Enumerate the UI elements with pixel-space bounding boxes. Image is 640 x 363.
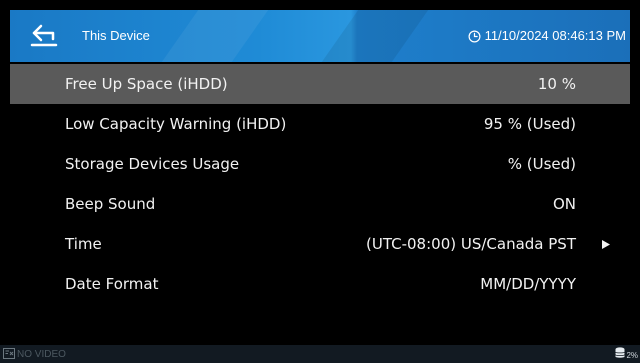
device-settings-screen: This Device 11/10/2024 08:46:13 PM Free … — [0, 0, 640, 363]
setting-label: Time — [65, 235, 102, 253]
setting-label: Beep Sound — [65, 195, 156, 213]
chevron-right-icon[interactable] — [602, 240, 610, 249]
header-bar: This Device 11/10/2024 08:46:13 PM — [10, 10, 630, 62]
header-decoration — [161, 10, 269, 62]
clock-icon — [468, 30, 481, 42]
settings-row-beep-sound[interactable]: Beep Sound ON — [10, 184, 630, 224]
setting-value: % (Used) — [507, 155, 576, 173]
status-bar: NO VIDEO 2% — [0, 345, 640, 363]
settings-row-free-up-space[interactable]: Free Up Space (iHDD) 10 % — [10, 64, 630, 104]
setting-value: (UTC-08:00) US/Canada PST — [366, 235, 576, 253]
setting-value: MM/DD/YYYY — [480, 275, 576, 293]
header-decoration — [321, 10, 429, 62]
back-arrow-icon[interactable] — [28, 19, 60, 51]
setting-label: Storage Devices Usage — [65, 155, 240, 173]
settings-row-low-capacity-warning[interactable]: Low Capacity Warning (iHDD) 95 % (Used) — [10, 104, 630, 144]
setting-label: Low Capacity Warning (iHDD) — [65, 115, 287, 133]
datetime-display: 11/10/2024 08:46:13 PM — [468, 27, 626, 45]
page-title: This Device — [82, 28, 150, 43]
no-video-label: NO VIDEO — [17, 349, 66, 360]
settings-list: Free Up Space (iHDD) 10 % Low Capacity W… — [10, 64, 630, 344]
storage-icon — [615, 347, 625, 358]
setting-value: 95 % (Used) — [483, 115, 576, 133]
datetime-text: 11/10/2024 08:46:13 PM — [484, 28, 626, 43]
setting-label: Date Format — [65, 275, 159, 293]
storage-usage-text: 2% — [626, 351, 638, 360]
settings-row-storage-devices-usage[interactable]: Storage Devices Usage % (Used) — [10, 144, 630, 184]
setting-value: 10 % — [537, 75, 576, 93]
settings-row-time[interactable]: Time (UTC-08:00) US/Canada PST — [10, 224, 630, 264]
no-video-icon — [3, 348, 15, 359]
setting-label: Free Up Space (iHDD) — [65, 75, 228, 93]
settings-row-date-format[interactable]: Date Format MM/DD/YYYY — [10, 264, 630, 304]
setting-value: ON — [552, 195, 576, 213]
